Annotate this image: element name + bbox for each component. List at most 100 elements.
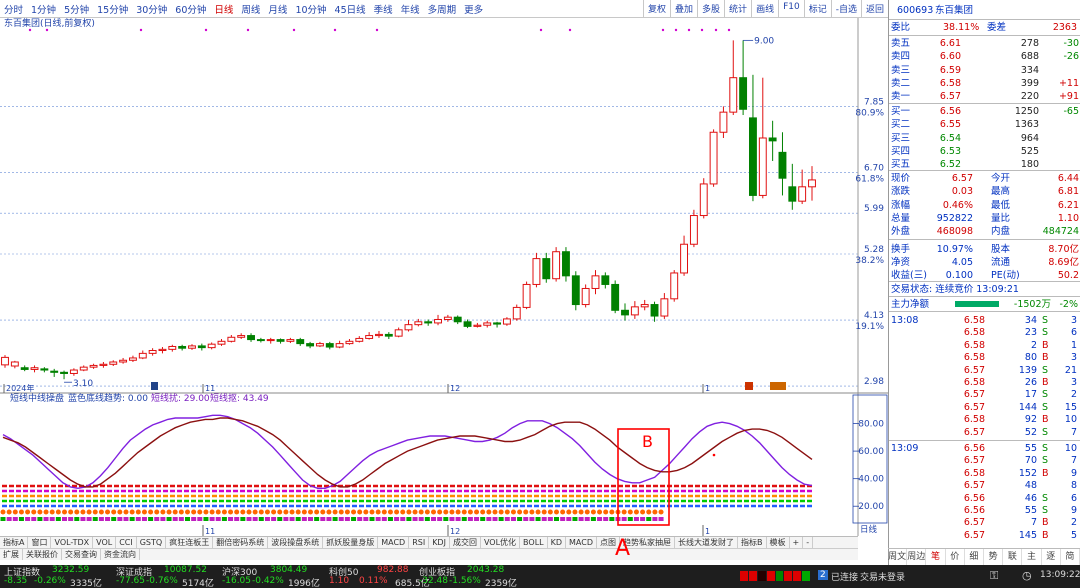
indicator-tab-10[interactable]: MACD	[378, 537, 410, 548]
tool-button-0[interactable]: 复权	[643, 0, 670, 18]
extra-tab-3[interactable]: 资金流向	[101, 549, 140, 560]
candle	[463, 319, 472, 329]
tool-button-5[interactable]: F10	[778, 0, 804, 18]
quote-tab-0[interactable]: 周文F10	[888, 549, 908, 578]
period-tab-8[interactable]: 月线	[264, 2, 291, 16]
signal-icon	[584, 517, 590, 521]
indicator-tab-22[interactable]: 模板	[767, 537, 790, 548]
indicator-tabs: 指标A 窗口 VOL-TDX VOL CCI GSTQ 疯狂连板王 翻倍密码系统 波段操盘系统抓…	[0, 536, 858, 548]
period-tab-11[interactable]: 季线	[370, 2, 397, 16]
indicator-tab-2[interactable]: VOL-TDX	[51, 537, 94, 548]
period-tab-3[interactable]: 15分钟	[93, 2, 132, 16]
indicator-tab-17[interactable]: MACD	[566, 537, 597, 548]
candle	[424, 319, 433, 326]
date-label: 11	[205, 527, 215, 536]
divider	[889, 239, 1080, 241]
signal-icon	[541, 509, 547, 515]
indicator-tab-11[interactable]: RSI	[409, 537, 430, 548]
kline-chart[interactable]: 7.8580.9% 6.7061.8% 5.99 5.2838.2% 4.1319.1%…	[0, 18, 888, 536]
indicator-tab-4[interactable]: CCI	[116, 537, 137, 548]
cell: 8.70亿	[1048, 243, 1079, 255]
candle	[689, 209, 698, 248]
bid-row: 买三 6.54 964	[889, 132, 1080, 145]
candle	[1, 355, 9, 368]
index-pct: -0.42%	[252, 576, 284, 586]
signal-icon	[578, 509, 584, 515]
tool-button-2[interactable]: 多股	[697, 0, 724, 18]
period-tab-9[interactable]: 10分钟	[291, 2, 330, 16]
index-value: 2043.28	[467, 565, 505, 575]
signal-icon	[295, 517, 301, 521]
quote-tab-6[interactable]: 联	[1003, 549, 1023, 565]
quote-tab-1[interactable]: 周边栏	[907, 549, 927, 578]
period-tab-14[interactable]: 更多	[460, 2, 487, 16]
indicator-tab-3[interactable]: VOL	[93, 537, 117, 548]
candle	[611, 280, 620, 314]
indicator-tab-7[interactable]: 翻倍密码系统	[213, 537, 269, 548]
indicator-tab-21[interactable]: 指标B	[738, 537, 767, 548]
pct-label: 80.9%	[855, 108, 884, 118]
signal-icon	[652, 517, 658, 521]
candle-body	[69, 369, 78, 374]
indicator-tab-13[interactable]: 成交回	[450, 537, 481, 548]
quote-tab-3[interactable]: 价	[946, 549, 965, 565]
quote-tab-2[interactable]: 笔	[926, 549, 946, 565]
tool-button-8[interactable]: 返回	[860, 0, 888, 18]
indicator-tab-6[interactable]: 疯狂连板王	[166, 537, 214, 548]
indicator-tab-14[interactable]: VOL优化	[481, 537, 521, 548]
tool-button-3[interactable]: 统计	[724, 0, 751, 18]
period-tab-12[interactable]: 年线	[397, 2, 424, 16]
candle-body	[276, 339, 285, 342]
clock-icon: ◷	[1022, 569, 1032, 582]
indicator-tab-0[interactable]: 指标A	[0, 537, 29, 548]
signal-icon	[363, 517, 369, 521]
trade-login-status[interactable]: 交易未登录	[860, 570, 905, 583]
period-tab-13[interactable]: 多周期	[424, 2, 461, 16]
quote-tab-8[interactable]: 逐	[1042, 549, 1061, 565]
quote-tab-4[interactable]: 细	[965, 549, 985, 565]
candle	[60, 370, 68, 380]
indicator-tab-15[interactable]: BOLL	[520, 537, 548, 548]
extra-tab-1[interactable]: 关联报价	[23, 549, 62, 560]
extra-tab-0[interactable]: 扩展	[0, 549, 23, 560]
marker-dot	[700, 28, 704, 32]
index-value: 10087.52	[164, 565, 207, 575]
indicator-tab-12[interactable]: KDJ	[429, 537, 450, 548]
tool-button-6[interactable]: 标记	[803, 0, 831, 18]
period-tab-5[interactable]: 60分钟	[171, 2, 210, 16]
tool-button-7[interactable]: -自选	[830, 0, 861, 18]
quote-tab-9[interactable]: 简	[1061, 549, 1080, 565]
period-tab-7[interactable]: 周线	[237, 2, 264, 16]
period-tab-6[interactable]: 日线	[210, 2, 237, 16]
period-tab-10[interactable]: 45日线	[331, 2, 370, 16]
period-tab-1[interactable]: 1分钟	[27, 2, 60, 16]
signal-icon	[25, 509, 31, 515]
indicator-tab-20[interactable]: 长线大道发财了	[675, 537, 738, 548]
signal-icon	[517, 509, 523, 515]
quote-tab-5[interactable]: 势	[984, 549, 1004, 565]
candle	[119, 357, 128, 364]
cell: 卖五	[891, 38, 911, 49]
indicator-tab-1[interactable]: 窗口	[28, 537, 52, 548]
indicator-tab-8[interactable]: 波段操盘系统	[268, 537, 324, 548]
period-tab-0[interactable]: 分时	[0, 2, 27, 16]
cell: 涨跌	[891, 186, 911, 198]
indicator-tab-5[interactable]: GSTQ	[137, 537, 167, 548]
weibi-value: 38.11%	[943, 22, 980, 33]
candle-body	[89, 364, 98, 368]
indicator-tab-9[interactable]: 抓妖股量身版	[323, 537, 379, 548]
tool-button-4[interactable]: 画线	[751, 0, 778, 18]
indicator-tab-23[interactable]: +	[790, 537, 804, 548]
candle-body	[217, 340, 226, 345]
indicator-tab-24[interactable]: -	[803, 537, 814, 548]
signal-icon	[289, 517, 295, 521]
signal-icon	[351, 517, 357, 521]
extra-tab-2[interactable]: 交易查询	[62, 549, 101, 560]
indicator-tab-16[interactable]: KD	[548, 537, 567, 548]
tick-row: 13:09 6.56 55 S 10	[889, 442, 1080, 455]
period-tab-2[interactable]: 5分钟	[60, 2, 93, 16]
tool-button-1[interactable]: 叠加	[670, 0, 697, 18]
period-tab-4[interactable]: 30分钟	[132, 2, 171, 16]
cell: 6.58	[939, 77, 961, 89]
quote-tab-7[interactable]: 主	[1022, 549, 1042, 565]
